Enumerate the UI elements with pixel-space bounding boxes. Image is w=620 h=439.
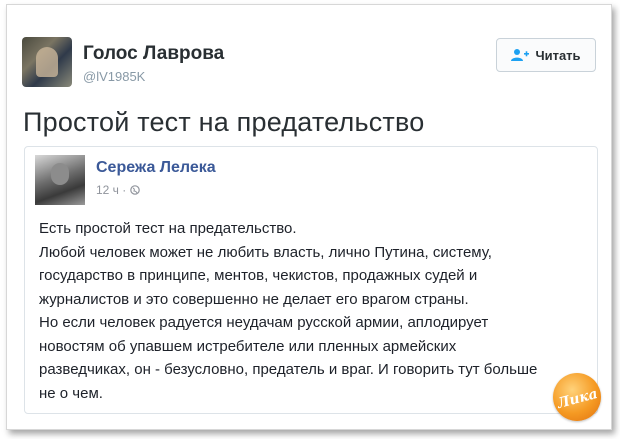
post-line: не о чем.	[39, 384, 103, 402]
embedded-post[interactable]: Сережа Лелека 12 ч · Есть простой тест н…	[24, 146, 598, 414]
author-handle[interactable]: @lV1985K	[83, 69, 145, 84]
follow-label: Читать	[535, 47, 581, 63]
svg-text:Лика: Лика	[555, 386, 600, 412]
post-line: государство в принципе, ментов, чекистов…	[39, 267, 478, 284]
tweet-card: Голос Лаврова @lV1985K Читать Простой те…	[6, 4, 612, 430]
embedded-post-meta: 12 ч ·	[96, 183, 141, 197]
post-line: Но если человек радуется неудачам русско…	[39, 314, 489, 331]
add-user-icon	[511, 49, 530, 61]
post-line: новостям об упавшем истребителе или плен…	[39, 337, 457, 355]
embedded-post-body: Есть простой тест на предательство. Любо…	[39, 217, 579, 405]
follow-button[interactable]: Читать	[496, 38, 596, 72]
embedded-author-avatar[interactable]	[35, 155, 85, 205]
post-line: Любой человек может не любить власть, ли…	[39, 243, 492, 261]
tweet-text: Простой тест на предательство	[23, 107, 425, 137]
post-line: разведчиках, он - безусловно, предатель …	[39, 361, 538, 378]
post-line: Есть простой тест на предательство.	[39, 220, 297, 237]
embedded-author-name[interactable]: Сережа Лелека	[96, 159, 216, 177]
watermark-logo-icon: Лика	[555, 386, 600, 412]
embedded-post-time[interactable]: 12 ч ·	[96, 183, 126, 197]
watermark-logo: Лика	[553, 373, 601, 421]
post-line: журналистов и это совершенно не делает е…	[39, 290, 469, 308]
author-name[interactable]: Голос Лаврова	[83, 43, 224, 65]
author-avatar[interactable]	[22, 37, 72, 87]
globe-icon	[130, 185, 141, 195]
